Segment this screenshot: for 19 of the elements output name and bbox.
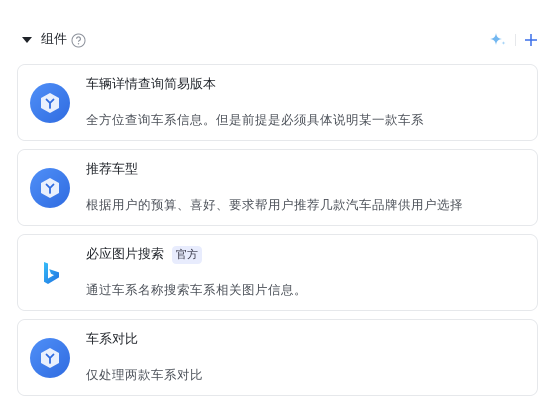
section-title: 组件 xyxy=(41,31,67,50)
plugin-description: 全方位查询车系信息。但是前提是必须具体说明某一款车系 xyxy=(86,110,424,129)
cube-icon xyxy=(30,338,70,378)
official-tag: 官方 xyxy=(172,246,202,264)
plugin-description: 通过车系名称搜索车系相关图片信息。 xyxy=(86,280,307,299)
plugin-card[interactable]: 车系对比 仅处理两款车系对比 xyxy=(17,319,538,396)
plugin-description: 根据用户的预算、喜好、要求帮用户推荐几款汽车品牌供用户选择 xyxy=(86,196,463,214)
cube-icon xyxy=(30,168,70,208)
help-icon[interactable] xyxy=(71,32,86,48)
plugin-card[interactable]: 必应图片搜索 官方 通过车系名称搜索车系相关图片信息。 xyxy=(17,234,538,311)
plugin-name: 必应图片搜索 xyxy=(86,246,164,264)
plugin-name: 车辆详情查询简易版本 xyxy=(86,76,216,94)
plugin-card[interactable]: 推荐车型 根据用户的预算、喜好、要求帮用户推荐几款汽车品牌供用户选择 xyxy=(17,149,538,226)
plugin-name: 推荐车型 xyxy=(86,161,138,180)
plugin-card[interactable]: 车辆详情查询简易版本 全方位查询车系信息。但是前提是必须具体说明某一款车系 xyxy=(17,64,538,141)
plus-icon[interactable] xyxy=(524,33,538,47)
plugin-description: 仅处理两款车系对比 xyxy=(86,366,203,384)
plugin-name: 车系对比 xyxy=(86,331,138,350)
cube-icon xyxy=(30,82,70,122)
